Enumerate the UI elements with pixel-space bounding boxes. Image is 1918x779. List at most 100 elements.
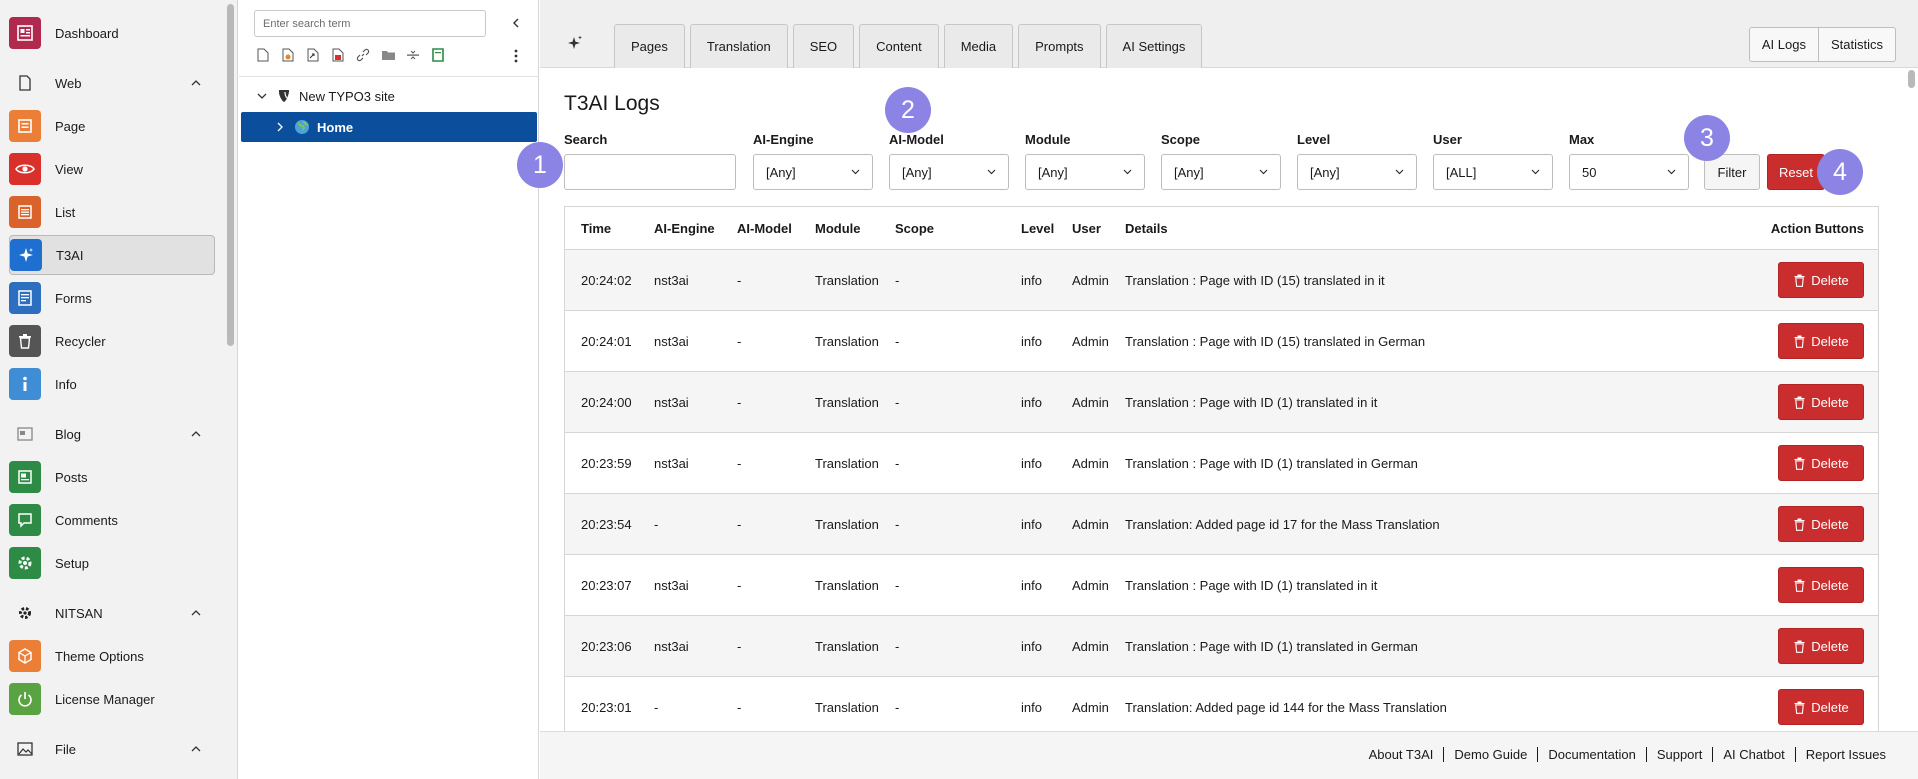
chevron-up-icon[interactable] [189,606,203,620]
delete-button[interactable]: Delete [1778,628,1864,664]
cell-ai-engine: nst3ai [654,456,689,471]
level-select[interactable]: [Any] [1297,154,1417,190]
module-label: T3AI [56,247,84,263]
column-header-actions: Action Buttons [1770,221,1864,236]
divider-icon[interactable] [404,46,422,64]
module-list[interactable]: List [9,192,215,232]
delete-button[interactable]: Delete [1778,262,1864,298]
delete-button[interactable]: Delete [1778,384,1864,420]
module-page[interactable]: Page [9,106,215,146]
footer-link-demo-guide[interactable]: Demo Guide [1443,747,1537,762]
module-license-manager[interactable]: License Manager [9,679,215,719]
delete-button[interactable]: Delete [1778,445,1864,481]
trash-icon [1793,396,1805,409]
column-header-time: Time [581,221,612,236]
new-page-icon[interactable] [254,46,272,64]
delete-button[interactable]: Delete [1778,506,1864,542]
delete-button[interactable]: Delete [1778,567,1864,603]
chevron-right-icon[interactable] [273,120,287,134]
more-options-icon[interactable] [507,47,525,65]
statistics-button[interactable]: Statistics [1818,27,1896,62]
footer-link-documentation[interactable]: Documentation [1537,747,1645,762]
folder-icon[interactable] [379,46,397,64]
module-forms[interactable]: Forms [9,278,215,318]
cell-module: Translation [815,700,879,715]
delete-button[interactable]: Delete [1778,323,1864,359]
trash-icon [1793,274,1805,287]
cell-details: Translation : Page with ID (15) translat… [1125,273,1385,288]
ai-model-select[interactable]: [Any] [889,154,1009,190]
chevron-down-icon [1666,167,1676,177]
group-file[interactable]: File [9,733,215,765]
module-label: Page [55,118,86,134]
tab-ai-settings[interactable]: AI Settings [1105,24,1203,68]
module-recycler[interactable]: Recycler [9,321,215,361]
cell-ai-engine: nst3ai [654,639,689,654]
module-menu-scrollbar[interactable] [227,4,234,346]
tab-prompts[interactable]: Prompts [1018,24,1101,68]
module-posts[interactable]: Posts [9,457,215,497]
tree-node-home[interactable]: Home [241,112,537,142]
new-shortcut-icon[interactable] [279,46,297,64]
ai-logs-button[interactable]: AI Logs [1748,27,1819,62]
footer-link-report-issues[interactable]: Report Issues [1794,747,1896,762]
tab-translation[interactable]: Translation [689,24,788,68]
cell-ai-model: - [737,273,742,288]
tab-seo[interactable]: SEO [792,24,855,68]
tab-content[interactable]: Content [859,24,939,68]
search-input[interactable] [564,154,736,190]
module-t3ai[interactable]: T3AI [9,235,215,275]
new-link-page-icon[interactable] [304,46,322,64]
typo3-logo-icon [275,87,293,105]
new-backend-page-icon[interactable] [429,46,447,64]
tab-pages[interactable]: Pages [614,24,685,68]
tab-media[interactable]: Media [943,24,1014,68]
module-label: Recycler [55,333,106,349]
module-view[interactable]: View [9,149,215,189]
ai-engine-select[interactable]: [Any] [753,154,873,190]
module-comments[interactable]: Comments [9,500,215,540]
module-theme-options[interactable]: Theme Options [9,636,215,676]
collapse-tree-button[interactable] [507,14,525,32]
column-header-details: Details [1125,221,1168,236]
scope-select[interactable]: [Any] [1161,154,1281,190]
link-icon[interactable] [354,46,372,64]
tree-divider [239,76,539,77]
module-select[interactable]: [Any] [1025,154,1145,190]
group-blog[interactable]: Blog [9,418,215,450]
cell-module: Translation [815,334,879,349]
cell-level: info [1021,700,1042,715]
group-web[interactable]: Web [9,67,215,99]
ai-model-label: AI-Model [889,132,944,147]
group-nitsan[interactable]: NITSAN [9,597,215,629]
max-select[interactable]: 50 [1569,154,1689,190]
cell-level: info [1021,578,1042,593]
chevron-up-icon[interactable] [189,76,203,90]
tree-node-site-root[interactable]: New TYPO3 site [241,81,537,111]
select-value: [Any] [1174,164,1204,180]
chevron-down-icon[interactable] [255,89,269,103]
table-row: 20:24:02 nst3ai - Translation - info Adm… [565,250,1878,311]
content-scrollbar[interactable] [1908,70,1915,88]
footer-link-about[interactable]: About T3AI [1359,747,1444,762]
new-mountpoint-icon[interactable] [329,46,347,64]
gear-icon [9,597,41,629]
cell-scope: - [895,395,900,410]
chevron-up-icon[interactable] [189,427,203,441]
cell-ai-engine: nst3ai [654,273,689,288]
user-select[interactable]: [ALL] [1433,154,1553,190]
delete-button[interactable]: Delete [1778,689,1864,725]
cell-ai-model: - [737,639,742,654]
tree-search-input[interactable] [254,10,486,37]
footer-link-support[interactable]: Support [1645,747,1713,762]
cell-level: info [1021,334,1042,349]
footer-link-ai-chatbot[interactable]: AI Chatbot [1712,747,1794,762]
module-label: Dashboard [55,25,119,41]
tree-toolbar [254,46,447,64]
module-info[interactable]: Info [9,364,215,404]
footer-links: About T3AI Demo Guide Documentation Supp… [1359,747,1896,762]
chevron-up-icon[interactable] [189,742,203,756]
module-setup[interactable]: Setup [9,543,215,583]
column-header-user: User [1072,221,1101,236]
module-dashboard[interactable]: Dashboard [9,13,215,53]
